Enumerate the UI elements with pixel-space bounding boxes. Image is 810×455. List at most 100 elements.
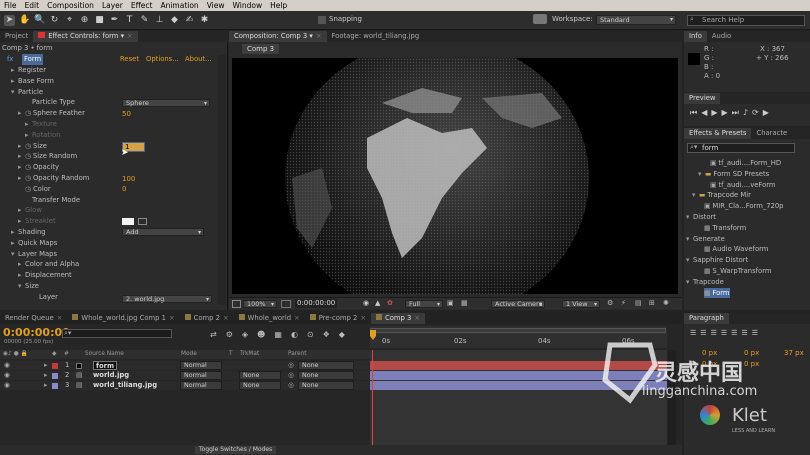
trkmat-select[interactable]: None bbox=[239, 371, 281, 380]
opacity-value[interactable]: 100 bbox=[122, 175, 135, 183]
trkmat-header[interactable]: TrkMat bbox=[240, 350, 259, 359]
chevron-right-icon[interactable]: ▸ bbox=[18, 108, 25, 119]
chevron-right-icon[interactable]: ▸ bbox=[11, 238, 18, 249]
search-help-input[interactable]: Search Help bbox=[687, 15, 805, 26]
eraser-tool-icon[interactable]: ◆ bbox=[169, 15, 180, 26]
color-swatch[interactable] bbox=[122, 218, 134, 225]
effect-property-row[interactable]: ▾ Layer Maps bbox=[11, 249, 57, 260]
chevron-down-icon[interactable]: ▾ bbox=[11, 249, 18, 260]
stopwatch-icon[interactable]: ◷ bbox=[25, 109, 31, 117]
mode-select[interactable]: Normal bbox=[180, 381, 222, 390]
tab-paragraph[interactable]: Paragraph bbox=[684, 313, 729, 324]
hand-tool-icon[interactable]: ✋ bbox=[19, 15, 30, 26]
effect-property-row[interactable]: ▾ Particle bbox=[11, 87, 43, 98]
menu-item-help[interactable]: Help bbox=[266, 1, 291, 10]
layer-search-input[interactable] bbox=[62, 329, 172, 338]
menu-item-animation[interactable]: Animation bbox=[156, 1, 202, 10]
play-icon[interactable]: ▶ bbox=[711, 108, 721, 117]
brainstorm-icon[interactable]: ❖ bbox=[323, 330, 339, 339]
workspace-select[interactable]: Standard bbox=[596, 15, 676, 25]
color-channels-icon[interactable]: ✿ bbox=[387, 299, 393, 307]
views-select[interactable]: 1 View bbox=[562, 300, 600, 308]
ram-preview-icon[interactable]: ▶ bbox=[763, 108, 773, 117]
layer-bar-form[interactable] bbox=[370, 361, 667, 370]
effect-property-row[interactable]: ▸ ◷ Size Random bbox=[18, 151, 77, 162]
graph-editor-icon[interactable]: ⊙ bbox=[307, 330, 323, 339]
rectangle-tool-icon[interactable]: ■ bbox=[94, 15, 105, 26]
prev-frame-icon[interactable]: ◀ bbox=[701, 108, 711, 117]
justify-right-icon[interactable]: ☰ bbox=[741, 329, 751, 337]
roto-brush-icon[interactable]: ✍ bbox=[184, 15, 195, 26]
stopwatch-icon[interactable]: ◷ bbox=[25, 163, 31, 171]
region-icon[interactable]: ▣ bbox=[447, 299, 454, 307]
close-icon[interactable]: × bbox=[169, 314, 175, 322]
effect-property-row[interactable]: ▸ ◷ Opacity bbox=[18, 162, 59, 173]
chevron-down-icon[interactable]: ▾ bbox=[692, 190, 699, 201]
workspace-icon[interactable] bbox=[533, 14, 547, 24]
chevron-right-icon[interactable]: ▸ bbox=[18, 173, 25, 184]
chevron-down-icon[interactable]: ▾ bbox=[686, 277, 693, 288]
effects-list-item[interactable]: ▣ MIR_Cla...Form_720p bbox=[704, 201, 784, 212]
chevron-right-icon[interactable]: ▸ bbox=[18, 141, 25, 152]
comp-mini-flowchart-icon[interactable]: ⇄ bbox=[210, 330, 226, 339]
draft-3d-icon[interactable]: ◈ bbox=[242, 330, 257, 339]
zoom-select[interactable]: 100% bbox=[243, 300, 277, 308]
safe-margins-icon[interactable] bbox=[232, 300, 241, 308]
layer-select[interactable]: 2. world.jpg bbox=[122, 295, 212, 303]
justify-center-icon[interactable]: ☰ bbox=[731, 329, 741, 337]
source-name-header[interactable]: Source Name bbox=[85, 350, 124, 359]
layer-row[interactable]: ◉ ▸ 2 ▤ world.jpg Normal None ◎ None bbox=[0, 371, 370, 380]
effects-list-item[interactable]: ▦ Transform bbox=[704, 223, 746, 234]
effects-list-item[interactable]: ▣ tf_audi....Form_HD bbox=[710, 158, 781, 169]
chevron-down-icon[interactable]: ▾ bbox=[686, 255, 693, 266]
effect-property-row[interactable]: ▾ Size bbox=[18, 281, 39, 292]
effect-property-row[interactable]: Transfer Mode bbox=[25, 195, 80, 206]
camera-tool-icon[interactable]: ⌖ bbox=[64, 15, 75, 26]
effects-search-input[interactable]: form bbox=[687, 143, 795, 153]
show-snapshot-icon[interactable]: ▲ bbox=[375, 299, 380, 307]
effect-property-row[interactable]: ▸ Displacement bbox=[18, 270, 72, 281]
expand-arrow-icon[interactable]: ▸ bbox=[44, 381, 47, 390]
layer-name[interactable]: world.jpg bbox=[93, 371, 129, 380]
menu-item-window[interactable]: Window bbox=[229, 1, 267, 10]
stopwatch-icon[interactable]: ◷ bbox=[25, 152, 31, 160]
chevron-down-icon[interactable]: ▾ bbox=[11, 87, 18, 98]
snapping-checkbox[interactable] bbox=[318, 16, 326, 24]
label-color-swatch[interactable] bbox=[52, 363, 58, 369]
label-color-swatch[interactable] bbox=[52, 383, 58, 389]
effect-property-row[interactable]: Layer bbox=[32, 292, 58, 303]
tab-project[interactable]: Project bbox=[0, 31, 33, 42]
chevron-down-icon[interactable]: ▾ bbox=[18, 281, 25, 292]
timeline-tab[interactable]: Whole_world.jpg Comp 1 × bbox=[67, 313, 179, 324]
effects-list-item[interactable]: ▾ ▬ Trapcode Mir bbox=[692, 190, 751, 201]
tab-character[interactable]: Characte bbox=[751, 128, 792, 139]
last-frame-icon[interactable]: ⏭ bbox=[732, 108, 743, 117]
fast-preview-icon[interactable]: ⚡ bbox=[621, 299, 626, 307]
time-ruler[interactable]: 0s 02s 04s 06s bbox=[370, 326, 667, 348]
snapshot-icon[interactable]: ◉ bbox=[363, 299, 369, 307]
space-after-value[interactable]: 0 px bbox=[744, 360, 759, 368]
effect-property-row[interactable]: ▸ Register bbox=[11, 65, 46, 76]
chevron-down-icon[interactable]: ▾ bbox=[686, 212, 693, 223]
visibility-icon[interactable]: ◉ bbox=[4, 361, 10, 370]
pickwhip-icon[interactable]: ◎ bbox=[288, 361, 294, 370]
rotate-tool-icon[interactable]: ↻ bbox=[49, 15, 60, 26]
visibility-icon[interactable]: ◉ bbox=[4, 371, 10, 380]
tab-info[interactable]: Info bbox=[684, 31, 707, 42]
effect-property-row[interactable]: ▸ ◷ Sphere Feather bbox=[18, 108, 85, 119]
close-icon[interactable]: × bbox=[294, 314, 300, 322]
toggle-switches-modes-button[interactable]: Toggle Switches / Modes bbox=[195, 446, 277, 454]
opacity-random-value[interactable]: 0 bbox=[122, 185, 126, 193]
chevron-right-icon[interactable]: ▸ bbox=[18, 270, 25, 281]
chevron-right-icon[interactable]: ▸ bbox=[18, 162, 25, 173]
effects-list-item[interactable]: ▣ tf_audi....veForm bbox=[710, 180, 776, 191]
parent-header[interactable]: Parent bbox=[288, 350, 307, 359]
puppet-tool-icon[interactable]: ✱ bbox=[199, 15, 210, 26]
effect-property-row[interactable]: ▸ Texture bbox=[25, 119, 57, 130]
loop-icon[interactable]: ⟳ bbox=[752, 108, 763, 117]
effect-property-row[interactable]: ▸ Shading bbox=[11, 227, 46, 238]
first-frame-icon[interactable]: ⏮ bbox=[690, 108, 701, 117]
particle-type-select[interactable]: Sphere bbox=[122, 99, 210, 107]
layer-bar-world-tiliang[interactable] bbox=[370, 381, 667, 390]
about-link[interactable]: About... bbox=[185, 54, 212, 65]
